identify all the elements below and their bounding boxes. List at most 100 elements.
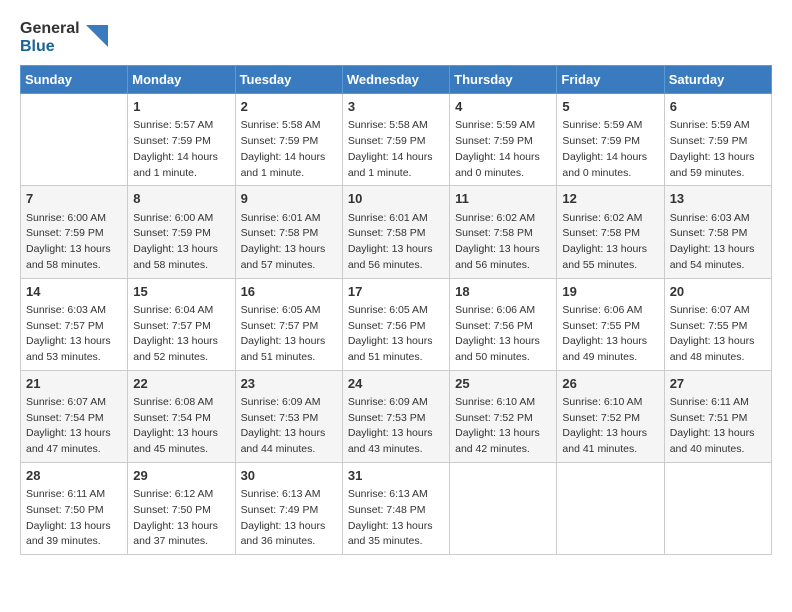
weekday-header-sunday: Sunday (21, 66, 128, 94)
date-number: 4 (455, 98, 551, 116)
calendar-cell: 9 Sunrise: 6:01 AMSunset: 7:58 PMDaylight… (235, 186, 342, 278)
calendar-cell: 16Sunrise: 6:05 AMSunset: 7:57 PMDayligh… (235, 278, 342, 370)
calendar-cell: 28 Sunrise: 6:11 AMSunset: 7:50 PMDayligh… (21, 462, 128, 554)
calendar-week-row: 28 Sunrise: 6:11 AMSunset: 7:50 PMDayligh… (21, 462, 772, 554)
date-number: 29 (133, 467, 229, 485)
date-number: 7 (26, 190, 122, 208)
calendar-week-row: 14 Sunrise: 6:03 AMSunset: 7:57 PMDayligh… (21, 278, 772, 370)
calendar-cell (557, 462, 664, 554)
cell-sun-info: Sunrise: 6:10 AMSunset: 7:52 PMDaylight:… (455, 395, 551, 458)
cell-sun-info: Sunrise: 6:07 AMSunset: 7:54 PMDaylight:… (26, 395, 122, 458)
calendar-cell (450, 462, 557, 554)
date-number: 3 (348, 98, 444, 116)
date-number: 27 (670, 375, 766, 393)
calendar-cell: 13 Sunrise: 6:03 AMSunset: 7:58 PMDayligh… (664, 186, 771, 278)
calendar-cell: 19Sunrise: 6:06 AMSunset: 7:55 PMDayligh… (557, 278, 664, 370)
date-number: 9 (241, 190, 337, 208)
cell-sun-info: Sunrise: 5:58 AMSunset: 7:59 PMDaylight:… (348, 118, 444, 181)
cell-sun-info: Sunrise: 6:09 AMSunset: 7:53 PMDaylight:… (348, 395, 444, 458)
calendar-cell: 24 Sunrise: 6:09 AMSunset: 7:53 PMDayligh… (342, 370, 449, 462)
cell-sun-info: Sunrise: 6:13 AMSunset: 7:49 PMDaylight:… (241, 487, 337, 550)
cell-sun-info: Sunrise: 6:02 AMSunset: 7:58 PMDaylight:… (562, 211, 658, 274)
date-number: 1 (133, 98, 229, 116)
logo-arrow-icon (86, 25, 108, 47)
cell-sun-info: Sunrise: 5:57 AMSunset: 7:59 PMDaylight:… (133, 118, 229, 181)
calendar-cell: 18 Sunrise: 6:06 AMSunset: 7:56 PMDayligh… (450, 278, 557, 370)
cell-sun-info: Sunrise: 6:01 AMSunset: 7:58 PMDaylight:… (241, 211, 337, 274)
cell-sun-info: Sunrise: 6:00 AMSunset: 7:59 PMDaylight:… (133, 211, 229, 274)
calendar-cell: 20Sunrise: 6:07 AMSunset: 7:55 PMDayligh… (664, 278, 771, 370)
weekday-header-thursday: Thursday (450, 66, 557, 94)
cell-sun-info: Sunrise: 6:00 AMSunset: 7:59 PMDaylight:… (26, 211, 122, 274)
calendar-cell: 12 Sunrise: 6:02 AMSunset: 7:58 PMDayligh… (557, 186, 664, 278)
cell-sun-info: Sunrise: 5:59 AMSunset: 7:59 PMDaylight:… (562, 118, 658, 181)
date-number: 16 (241, 283, 337, 301)
weekday-header-tuesday: Tuesday (235, 66, 342, 94)
cell-sun-info: Sunrise: 6:02 AMSunset: 7:58 PMDaylight:… (455, 211, 551, 274)
header: General Blue (20, 20, 772, 55)
calendar-cell (664, 462, 771, 554)
cell-sun-info: Sunrise: 6:11 AMSunset: 7:51 PMDaylight:… (670, 395, 766, 458)
calendar-cell: 5Sunrise: 5:59 AMSunset: 7:59 PMDaylight… (557, 94, 664, 186)
cell-sun-info: Sunrise: 6:11 AMSunset: 7:50 PMDaylight:… (26, 487, 122, 550)
weekday-header-wednesday: Wednesday (342, 66, 449, 94)
date-number: 12 (562, 190, 658, 208)
logo-blue: Blue (20, 38, 80, 56)
calendar-week-row: 7 Sunrise: 6:00 AMSunset: 7:59 PMDaylight… (21, 186, 772, 278)
cell-sun-info: Sunrise: 6:06 AMSunset: 7:56 PMDaylight:… (455, 303, 551, 366)
date-number: 15 (133, 283, 229, 301)
calendar-cell: 22Sunrise: 6:08 AMSunset: 7:54 PMDayligh… (128, 370, 235, 462)
calendar-cell: 30 Sunrise: 6:13 AMSunset: 7:49 PMDayligh… (235, 462, 342, 554)
weekday-header-monday: Monday (128, 66, 235, 94)
weekday-header-friday: Friday (557, 66, 664, 94)
date-number: 2 (241, 98, 337, 116)
date-number: 24 (348, 375, 444, 393)
cell-sun-info: Sunrise: 5:58 AMSunset: 7:59 PMDaylight:… (241, 118, 337, 181)
date-number: 30 (241, 467, 337, 485)
cell-sun-info: Sunrise: 5:59 AMSunset: 7:59 PMDaylight:… (455, 118, 551, 181)
date-number: 31 (348, 467, 444, 485)
date-number: 6 (670, 98, 766, 116)
weekday-header-row: SundayMondayTuesdayWednesdayThursdayFrid… (21, 66, 772, 94)
calendar-cell: 8Sunrise: 6:00 AMSunset: 7:59 PMDaylight… (128, 186, 235, 278)
calendar-cell (21, 94, 128, 186)
date-number: 14 (26, 283, 122, 301)
calendar-cell: 4 Sunrise: 5:59 AMSunset: 7:59 PMDaylight… (450, 94, 557, 186)
date-number: 10 (348, 190, 444, 208)
logo-general: General (20, 20, 80, 38)
cell-sun-info: Sunrise: 6:04 AMSunset: 7:57 PMDaylight:… (133, 303, 229, 366)
calendar-cell: 21 Sunrise: 6:07 AMSunset: 7:54 PMDayligh… (21, 370, 128, 462)
cell-sun-info: Sunrise: 6:08 AMSunset: 7:54 PMDaylight:… (133, 395, 229, 458)
cell-sun-info: Sunrise: 6:03 AMSunset: 7:57 PMDaylight:… (26, 303, 122, 366)
calendar-cell: 15 Sunrise: 6:04 AMSunset: 7:57 PMDayligh… (128, 278, 235, 370)
cell-sun-info: Sunrise: 6:03 AMSunset: 7:58 PMDaylight:… (670, 211, 766, 274)
cell-sun-info: Sunrise: 6:10 AMSunset: 7:52 PMDaylight:… (562, 395, 658, 458)
date-number: 23 (241, 375, 337, 393)
calendar-cell: 7 Sunrise: 6:00 AMSunset: 7:59 PMDaylight… (21, 186, 128, 278)
cell-sun-info: Sunrise: 5:59 AMSunset: 7:59 PMDaylight:… (670, 118, 766, 181)
calendar-cell: 2 Sunrise: 5:58 AMSunset: 7:59 PMDaylight… (235, 94, 342, 186)
cell-sun-info: Sunrise: 6:13 AMSunset: 7:48 PMDaylight:… (348, 487, 444, 550)
calendar-cell: 26Sunrise: 6:10 AMSunset: 7:52 PMDayligh… (557, 370, 664, 462)
date-number: 19 (562, 283, 658, 301)
calendar-cell: 25Sunrise: 6:10 AMSunset: 7:52 PMDayligh… (450, 370, 557, 462)
calendar-cell: 31 Sunrise: 6:13 AMSunset: 7:48 PMDayligh… (342, 462, 449, 554)
date-number: 11 (455, 190, 551, 208)
date-number: 18 (455, 283, 551, 301)
cell-sun-info: Sunrise: 6:07 AMSunset: 7:55 PMDaylight:… (670, 303, 766, 366)
date-number: 21 (26, 375, 122, 393)
calendar-table: SundayMondayTuesdayWednesdayThursdayFrid… (20, 65, 772, 555)
calendar-cell: 14 Sunrise: 6:03 AMSunset: 7:57 PMDayligh… (21, 278, 128, 370)
calendar-cell: 3 Sunrise: 5:58 AMSunset: 7:59 PMDaylight… (342, 94, 449, 186)
calendar-cell: 17Sunrise: 6:05 AMSunset: 7:56 PMDayligh… (342, 278, 449, 370)
cell-sun-info: Sunrise: 6:05 AMSunset: 7:56 PMDaylight:… (348, 303, 444, 366)
cell-sun-info: Sunrise: 6:09 AMSunset: 7:53 PMDaylight:… (241, 395, 337, 458)
calendar-cell: 27 Sunrise: 6:11 AMSunset: 7:51 PMDayligh… (664, 370, 771, 462)
date-number: 13 (670, 190, 766, 208)
logo: General Blue (20, 20, 108, 55)
calendar-cell: 29Sunrise: 6:12 AMSunset: 7:50 PMDayligh… (128, 462, 235, 554)
weekday-header-saturday: Saturday (664, 66, 771, 94)
date-number: 28 (26, 467, 122, 485)
calendar-cell: 1 Sunrise: 5:57 AMSunset: 7:59 PMDaylight… (128, 94, 235, 186)
calendar-cell: 11 Sunrise: 6:02 AMSunset: 7:58 PMDayligh… (450, 186, 557, 278)
